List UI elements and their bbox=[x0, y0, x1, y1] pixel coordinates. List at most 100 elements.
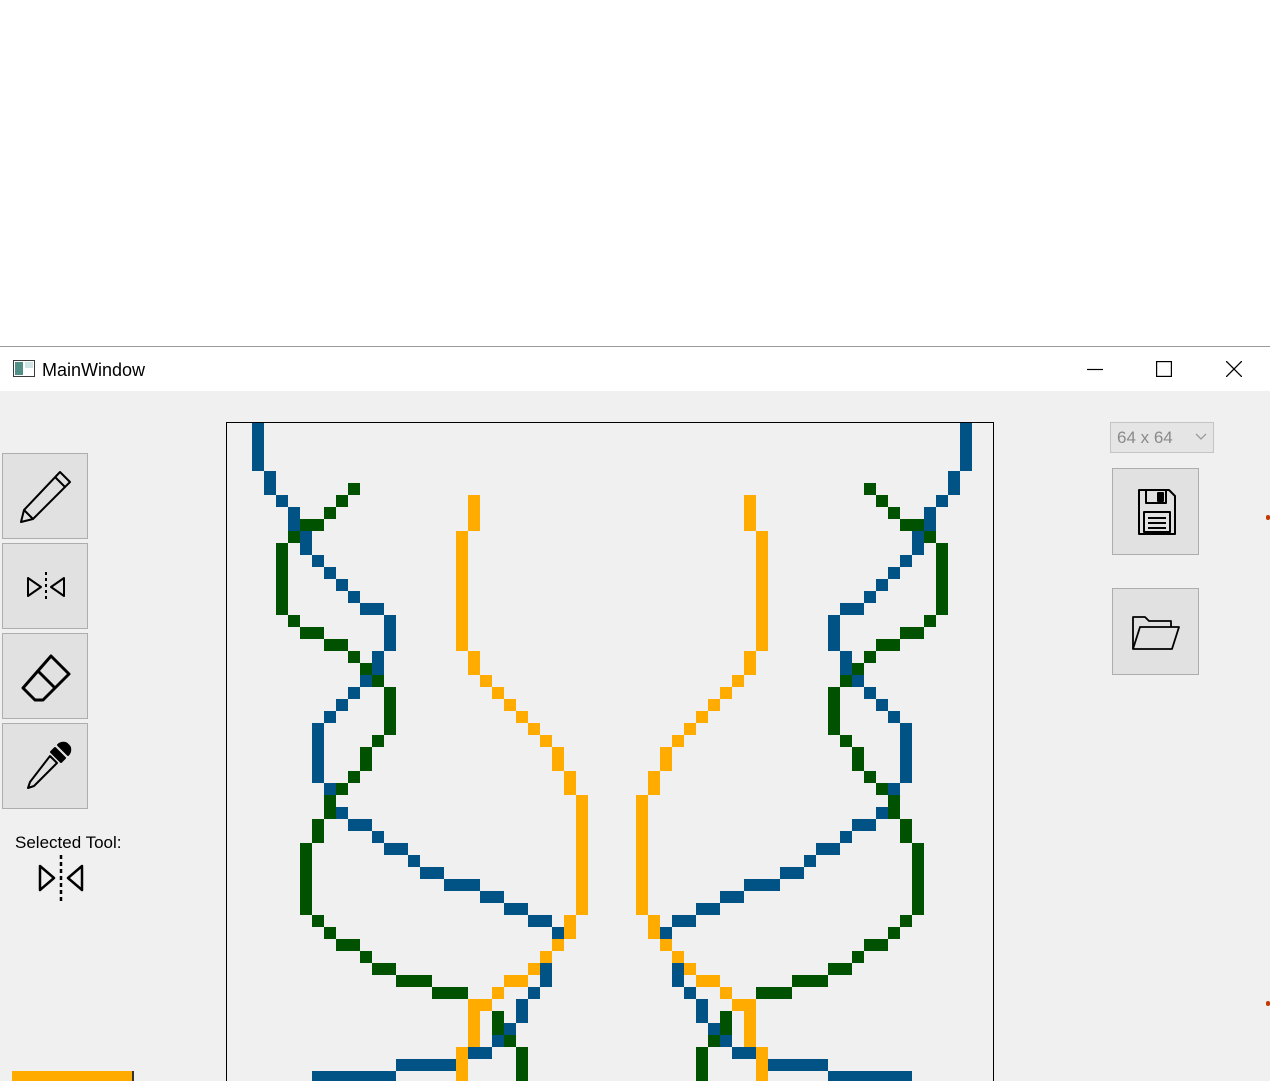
pixel-cell[interactable] bbox=[636, 891, 648, 903]
pixel-cell[interactable] bbox=[804, 975, 816, 987]
pixel-cell[interactable] bbox=[876, 783, 888, 795]
pixel-cell[interactable] bbox=[552, 927, 564, 939]
pixel-cell[interactable] bbox=[516, 1059, 528, 1071]
pixel-cell[interactable] bbox=[456, 591, 468, 603]
pixel-cell[interactable] bbox=[384, 615, 396, 627]
pixel-cell[interactable] bbox=[348, 687, 360, 699]
pixel-cell[interactable] bbox=[456, 579, 468, 591]
pixel-cell[interactable] bbox=[744, 1035, 756, 1047]
pixel-cell[interactable] bbox=[540, 975, 552, 987]
pixel-cell[interactable] bbox=[288, 615, 300, 627]
pixel-cell[interactable] bbox=[552, 939, 564, 951]
pixel-cell[interactable] bbox=[960, 459, 972, 471]
pixel-cell[interactable] bbox=[312, 555, 324, 567]
pixel-cell[interactable] bbox=[348, 939, 360, 951]
pixel-cell[interactable] bbox=[744, 1011, 756, 1023]
pixel-cell[interactable] bbox=[924, 519, 936, 531]
pixel-cell[interactable] bbox=[312, 759, 324, 771]
pixel-cell[interactable] bbox=[900, 735, 912, 747]
pixel-cell[interactable] bbox=[468, 1011, 480, 1023]
pixel-cell[interactable] bbox=[288, 507, 300, 519]
pixel-cell[interactable] bbox=[744, 999, 756, 1011]
pixel-cell[interactable] bbox=[840, 603, 852, 615]
pixel-cell[interactable] bbox=[324, 567, 336, 579]
pixel-cell[interactable] bbox=[828, 711, 840, 723]
pixel-cell[interactable] bbox=[516, 1011, 528, 1023]
pixel-cell[interactable] bbox=[864, 939, 876, 951]
pixel-cell[interactable] bbox=[804, 855, 816, 867]
pixel-cell[interactable] bbox=[648, 915, 660, 927]
drawing-canvas[interactable] bbox=[226, 422, 994, 1081]
pixel-cell[interactable] bbox=[936, 603, 948, 615]
pixel-cell[interactable] bbox=[720, 987, 732, 999]
pixel-cell[interactable] bbox=[384, 627, 396, 639]
pixel-cell[interactable] bbox=[648, 771, 660, 783]
pixel-cell[interactable] bbox=[396, 975, 408, 987]
pixel-cell[interactable] bbox=[324, 639, 336, 651]
pixel-cell[interactable] bbox=[888, 807, 900, 819]
pixel-cell[interactable] bbox=[360, 675, 372, 687]
pixel-cell[interactable] bbox=[636, 831, 648, 843]
pixel-cell[interactable] bbox=[852, 819, 864, 831]
pixel-cell[interactable] bbox=[504, 975, 516, 987]
pixel-cell[interactable] bbox=[684, 723, 696, 735]
pixel-cell[interactable] bbox=[936, 495, 948, 507]
pixel-cell[interactable] bbox=[300, 891, 312, 903]
pixel-cell[interactable] bbox=[864, 591, 876, 603]
pixel-cell[interactable] bbox=[744, 519, 756, 531]
pixel-cell[interactable] bbox=[336, 495, 348, 507]
pixel-cell[interactable] bbox=[888, 567, 900, 579]
pixel-cell[interactable] bbox=[768, 879, 780, 891]
pixel-cell[interactable] bbox=[276, 495, 288, 507]
pixel-cell[interactable] bbox=[876, 579, 888, 591]
pixel-cell[interactable] bbox=[372, 831, 384, 843]
pixel-cell[interactable] bbox=[384, 639, 396, 651]
pixel-cell[interactable] bbox=[492, 1035, 504, 1047]
pixel-cell[interactable] bbox=[576, 795, 588, 807]
pixel-cell[interactable] bbox=[864, 483, 876, 495]
pixel-cell[interactable] bbox=[288, 531, 300, 543]
pixel-cell[interactable] bbox=[900, 831, 912, 843]
pixel-cell[interactable] bbox=[456, 639, 468, 651]
minimize-button[interactable] bbox=[1072, 347, 1118, 391]
pixel-cell[interactable] bbox=[816, 1059, 828, 1071]
pixel-cell[interactable] bbox=[924, 615, 936, 627]
pixel-cell[interactable] bbox=[720, 687, 732, 699]
pixel-cell[interactable] bbox=[372, 963, 384, 975]
pixel-cell[interactable] bbox=[768, 1059, 780, 1071]
pixel-cell[interactable] bbox=[672, 975, 684, 987]
pixel-cell[interactable] bbox=[696, 999, 708, 1011]
pixel-cell[interactable] bbox=[276, 567, 288, 579]
pixel-cell[interactable] bbox=[636, 843, 648, 855]
pixel-cell[interactable] bbox=[708, 975, 720, 987]
pixel-cell[interactable] bbox=[492, 1011, 504, 1023]
pixel-cell[interactable] bbox=[696, 1059, 708, 1071]
pixel-cell[interactable] bbox=[456, 531, 468, 543]
pixel-cell[interactable] bbox=[516, 975, 528, 987]
pixel-cell[interactable] bbox=[720, 1035, 732, 1047]
pixel-cell[interactable] bbox=[756, 1059, 768, 1071]
pixel-cell[interactable] bbox=[900, 519, 912, 531]
pixel-cell[interactable] bbox=[252, 459, 264, 471]
pixel-cell[interactable] bbox=[360, 759, 372, 771]
pixel-cell[interactable] bbox=[576, 903, 588, 915]
pixel-cell[interactable] bbox=[384, 963, 396, 975]
pixel-cell[interactable] bbox=[420, 1059, 432, 1071]
pixel-cell[interactable] bbox=[516, 711, 528, 723]
pixel-cell[interactable] bbox=[276, 579, 288, 591]
pixel-cell[interactable] bbox=[564, 771, 576, 783]
pixel-cell[interactable] bbox=[900, 555, 912, 567]
pixel-cell[interactable] bbox=[516, 903, 528, 915]
pixel-cell[interactable] bbox=[852, 675, 864, 687]
pixel-cell[interactable] bbox=[492, 1023, 504, 1035]
pixel-cell[interactable] bbox=[948, 483, 960, 495]
pixel-cell[interactable] bbox=[792, 867, 804, 879]
pixel-cell[interactable] bbox=[696, 711, 708, 723]
pixel-cell[interactable] bbox=[708, 1035, 720, 1047]
pixel-cell[interactable] bbox=[720, 1023, 732, 1035]
pixel-cell[interactable] bbox=[276, 603, 288, 615]
pixel-cell[interactable] bbox=[912, 891, 924, 903]
pixel-cell[interactable] bbox=[300, 519, 312, 531]
pixel-cell[interactable] bbox=[900, 627, 912, 639]
pixel-cell[interactable] bbox=[384, 687, 396, 699]
